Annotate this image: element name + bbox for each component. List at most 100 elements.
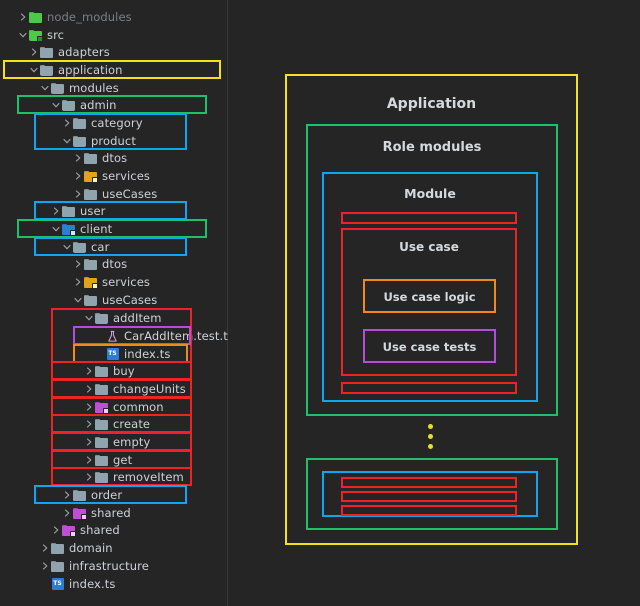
- chevron-down-icon[interactable]: [61, 132, 72, 150]
- tree-item-label: adapters: [58, 45, 110, 59]
- tree-item-admin[interactable]: admin: [0, 96, 227, 114]
- tree-item-adapters[interactable]: adapters: [0, 43, 227, 61]
- tree-item-label: domain: [69, 541, 113, 555]
- chevron-down-icon[interactable]: [39, 79, 50, 97]
- tree-item-services[interactable]: services: [0, 167, 227, 185]
- tree-item-label: CarAddItem.test.ts: [124, 329, 234, 343]
- module-box-title: Module: [404, 186, 456, 201]
- tree-item-shared[interactable]: shared: [0, 504, 227, 522]
- chevron-placeholder: [39, 575, 50, 593]
- tree-item-label: useCases: [102, 293, 158, 307]
- chevron-right-icon[interactable]: [83, 468, 94, 486]
- chevron-down-icon[interactable]: [72, 291, 83, 309]
- chevron-down-icon[interactable]: [83, 309, 94, 327]
- folder-shared-window-icon: [61, 521, 76, 539]
- use-case-bar-3: [341, 505, 517, 516]
- tree-item-create[interactable]: create: [0, 415, 227, 433]
- folder-open-icon: [83, 291, 98, 309]
- use-case-tests-box-title: Use case tests: [382, 340, 477, 354]
- tree-item-label: common: [113, 400, 164, 414]
- chevron-right-icon[interactable]: [17, 8, 28, 26]
- tree-item-src[interactable]: src: [0, 26, 227, 44]
- tree-item-car[interactable]: car: [0, 238, 227, 256]
- ellipsis-dot-1: [428, 424, 433, 429]
- tree-item-get[interactable]: get: [0, 451, 227, 469]
- chevron-right-icon[interactable]: [72, 149, 83, 167]
- chevron-right-icon[interactable]: [61, 486, 72, 504]
- chevron-right-icon[interactable]: [39, 557, 50, 575]
- tree-item-shared[interactable]: shared: [0, 521, 227, 539]
- ellipsis-dot-2: [428, 434, 433, 439]
- tree-item-label: user: [80, 204, 106, 218]
- tree-item-product[interactable]: product: [0, 132, 227, 150]
- chevron-right-icon[interactable]: [50, 521, 61, 539]
- tree-item-additem[interactable]: addItem: [0, 309, 227, 327]
- tree-item-category[interactable]: category: [0, 114, 227, 132]
- tree-item-label: services: [102, 169, 150, 183]
- use-case-bar-1: [341, 477, 517, 488]
- tree-item-dtos[interactable]: dtos: [0, 149, 227, 167]
- tree-item-label: index.ts: [69, 577, 116, 591]
- chevron-right-icon[interactable]: [83, 380, 94, 398]
- tree-item-application[interactable]: application: [0, 61, 227, 79]
- use-case-box-title: Use case: [399, 240, 459, 254]
- chevron-right-icon[interactable]: [83, 398, 94, 416]
- tree-item-usecases[interactable]: useCases: [0, 291, 227, 309]
- tree-item-domain[interactable]: domain: [0, 539, 227, 557]
- tree-item-node-modules[interactable]: node_modules: [0, 8, 227, 26]
- folder-services-gear-icon: [83, 167, 98, 185]
- folder-icon: [94, 380, 109, 398]
- use-case-top-bar: [341, 212, 517, 224]
- tree-item-changeunits[interactable]: changeUnits: [0, 380, 227, 398]
- file-explorer-panel[interactable]: node_modulessrc adapters application module…: [0, 0, 234, 606]
- tree-item-label: admin: [80, 98, 117, 112]
- tree-item-user[interactable]: user: [0, 202, 227, 220]
- tree-item-infrastructure[interactable]: infrastructure: [0, 557, 227, 575]
- folder-icon: [94, 362, 109, 380]
- architecture-diagram-panel: Application Role modules Module Use case Use…: [228, 0, 640, 606]
- tree-item-index-ts[interactable]: TS index.ts: [0, 575, 227, 593]
- tree-item-index-ts[interactable]: TS index.ts: [0, 345, 227, 363]
- chevron-right-icon[interactable]: [39, 539, 50, 557]
- tree-item-dtos[interactable]: dtos: [0, 255, 227, 273]
- folder-icon: [72, 114, 87, 132]
- tree-item-buy[interactable]: buy: [0, 362, 227, 380]
- chevron-right-icon[interactable]: [72, 167, 83, 185]
- chevron-right-icon[interactable]: [28, 43, 39, 61]
- tree-item-caradditem-test-ts[interactable]: CarAddItem.test.ts: [0, 327, 234, 345]
- tree-item-label: car: [91, 240, 110, 254]
- chevron-down-icon[interactable]: [50, 220, 61, 238]
- chevron-right-icon[interactable]: [83, 451, 94, 469]
- tree-item-common[interactable]: common: [0, 398, 227, 416]
- tree-item-removeitem[interactable]: removeItem: [0, 468, 227, 486]
- tree-item-label: node_modules: [47, 10, 132, 24]
- tree-item-order[interactable]: order: [0, 486, 227, 504]
- chevron-right-icon[interactable]: [83, 433, 94, 451]
- tree-item-client[interactable]: client: [0, 220, 227, 238]
- folder-icon: [83, 185, 98, 203]
- folder-icon: [94, 451, 109, 469]
- chevron-down-icon[interactable]: [50, 96, 61, 114]
- chevron-down-icon[interactable]: [61, 238, 72, 256]
- chevron-right-icon[interactable]: [61, 114, 72, 132]
- tree-item-modules[interactable]: modules: [0, 79, 227, 97]
- folder-icon: [39, 43, 54, 61]
- tree-item-usecases[interactable]: useCases: [0, 185, 227, 203]
- chevron-right-icon[interactable]: [50, 202, 61, 220]
- tree-item-empty[interactable]: empty: [0, 433, 227, 451]
- folder-icon: [83, 255, 98, 273]
- chevron-down-icon[interactable]: [17, 26, 28, 44]
- use-case-logic-box: Use case logic: [363, 279, 496, 313]
- tree-item-label: empty: [113, 435, 151, 449]
- folder-open-icon: [61, 96, 76, 114]
- tree-item-label: client: [80, 222, 113, 236]
- chevron-right-icon[interactable]: [72, 273, 83, 291]
- use-case-logic-box-title: Use case logic: [383, 290, 476, 304]
- chevron-right-icon[interactable]: [72, 255, 83, 273]
- chevron-right-icon[interactable]: [83, 362, 94, 380]
- chevron-right-icon[interactable]: [61, 504, 72, 522]
- chevron-down-icon[interactable]: [28, 61, 39, 79]
- tree-item-services[interactable]: services: [0, 273, 227, 291]
- chevron-right-icon[interactable]: [83, 415, 94, 433]
- chevron-right-icon[interactable]: [72, 185, 83, 203]
